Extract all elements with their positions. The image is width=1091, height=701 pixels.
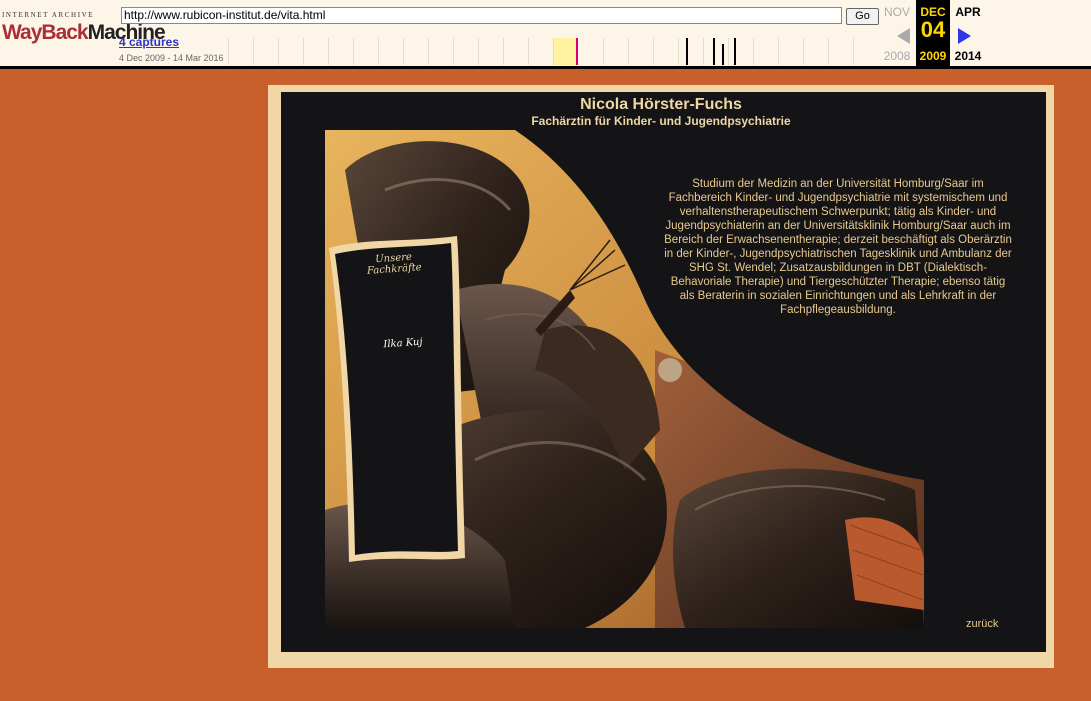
calendar-next[interactable]: APR 2014 <box>951 0 987 66</box>
wayback-url-input[interactable]: http://www.rubicon-institut.de/vita.html <box>121 7 842 24</box>
content-card-bottom-strip <box>322 654 1004 666</box>
sparkline-month-divider <box>228 38 229 65</box>
calendar-current: DEC 04 2009 <box>916 0 950 66</box>
sparkline-month-divider <box>703 38 704 65</box>
calendar-next-year[interactable]: 2014 <box>951 49 985 63</box>
sparkline-month-divider <box>553 38 554 65</box>
sparkline-month-divider <box>378 38 379 65</box>
sparkline-month-divider <box>503 38 504 65</box>
sparkline-month-divider <box>253 38 254 65</box>
sparkline-month-divider <box>278 38 279 65</box>
capture-date-range: 4 Dec 2009 - 14 Mar 2016 <box>119 53 224 63</box>
sparkline-capture-bar[interactable] <box>713 38 715 65</box>
wayback-toolbar: INTERNET ARCHIVE WayBackMachine http://w… <box>0 0 1091 69</box>
calendar-prev[interactable]: NOV 2008 <box>880 0 916 66</box>
sparkline-month-divider <box>728 38 729 65</box>
sparkline-month-divider <box>678 38 679 65</box>
sparkline-month-divider <box>428 38 429 65</box>
sparkline-month-divider <box>353 38 354 65</box>
page-title: Nicola Hörster-Fuchs <box>580 96 742 113</box>
captures-link[interactable]: 4 captures <box>119 35 179 49</box>
prev-capture-arrow-icon[interactable] <box>897 28 910 44</box>
sparkline-month-divider <box>753 38 754 65</box>
calendar-prev-year[interactable]: 2008 <box>880 49 914 63</box>
capture-sparkline[interactable] <box>228 38 878 65</box>
calendar-current-day: 04 <box>920 17 946 42</box>
sparkline-month-divider <box>528 38 529 65</box>
sparkline-month-divider <box>453 38 454 65</box>
sparkline-capture-bar[interactable] <box>734 38 736 65</box>
page-subtitle: Fachärztin für Kinder- und Jugendpsychia… <box>531 114 791 128</box>
sparkline-month-divider <box>653 38 654 65</box>
go-button[interactable]: Go <box>846 8 879 25</box>
sparkline-month-divider <box>853 38 854 65</box>
calendar-current-year: 2009 <box>919 49 947 63</box>
biography-text: Studium der Medizin an der Universität H… <box>664 178 1012 316</box>
sparkline-current-capture[interactable] <box>576 38 578 65</box>
sparkline-month-divider <box>828 38 829 65</box>
wayback-logo-caption: INTERNET ARCHIVE <box>2 11 95 19</box>
sparkline-month-divider <box>803 38 804 65</box>
sparkline-month-divider <box>603 38 604 65</box>
back-link[interactable]: zurück <box>966 618 998 630</box>
sparkline-month-divider <box>328 38 329 65</box>
calendar-next-month[interactable]: APR <box>951 5 985 19</box>
sparkline-month-divider <box>628 38 629 65</box>
sparkline-capture-bar[interactable] <box>686 38 688 65</box>
calendar-prev-month[interactable]: NOV <box>880 5 914 19</box>
sparkline-month-divider <box>403 38 404 65</box>
sparkline-month-divider <box>778 38 779 65</box>
sparkline-month-divider <box>303 38 304 65</box>
wayback-logo[interactable]: INTERNET ARCHIVE WayBackMachine <box>2 11 166 51</box>
sparkline-capture-bar[interactable] <box>722 44 724 65</box>
sparkline-month-divider <box>478 38 479 65</box>
sparkline-current-year-highlight <box>554 38 578 65</box>
next-capture-arrow-icon[interactable] <box>958 28 971 44</box>
